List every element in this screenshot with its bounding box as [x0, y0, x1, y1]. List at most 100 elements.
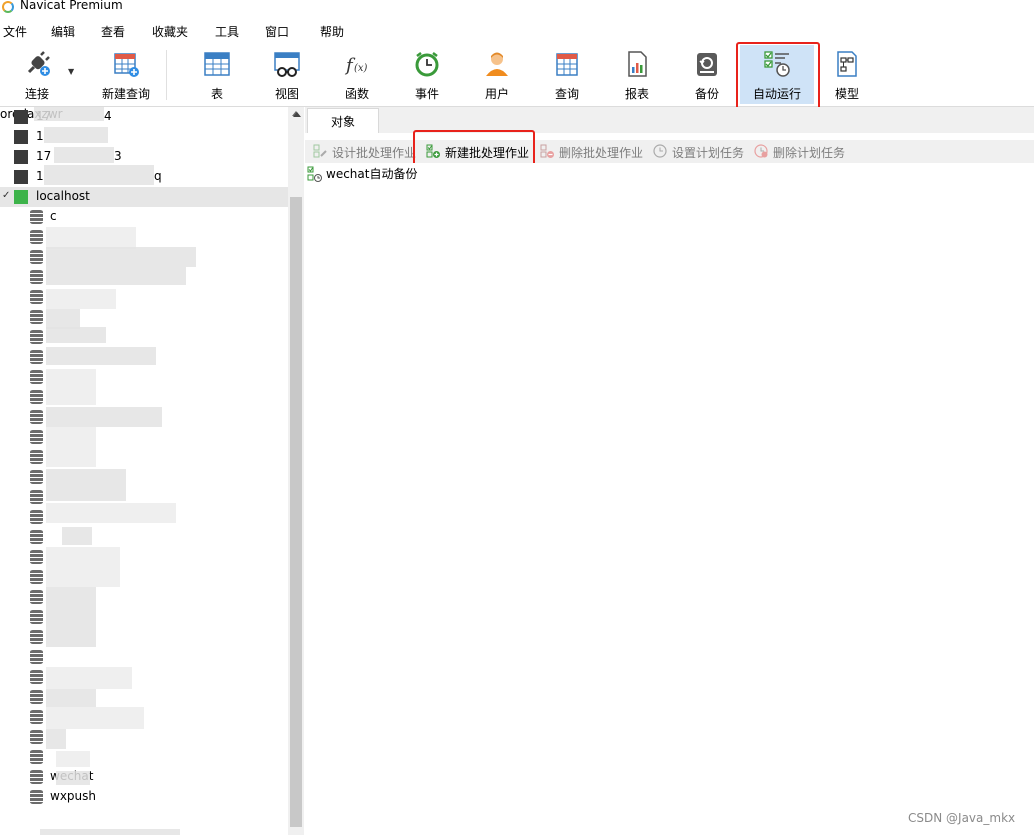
connect-dropdown-icon[interactable]: ▼: [68, 67, 74, 76]
database-item[interactable]: [0, 587, 288, 607]
database-icon: [30, 370, 43, 384]
view-button[interactable]: 视图: [256, 48, 318, 104]
main-toolbar: 连接 ▼ 新建查询 表 视图 f (x) 函数 事件 用户 查询 报表 备份 自…: [0, 42, 1034, 107]
model-label: 模型: [834, 87, 859, 101]
redacted-area: [56, 751, 90, 767]
delete-schedule-icon: [754, 144, 768, 158]
new-query-label: 新建查询: [101, 87, 150, 101]
report-label: 报表: [624, 87, 649, 101]
database-icon: [30, 510, 43, 524]
menu-file[interactable]: 文件: [3, 23, 27, 40]
batch-job-name: wechat自动备份: [326, 167, 418, 181]
database-label: c: [50, 209, 57, 223]
database-item[interactable]: [0, 447, 288, 467]
redacted-area: [46, 247, 196, 267]
database-item[interactable]: [0, 647, 288, 667]
report-button[interactable]: 报表: [606, 48, 668, 104]
menu-window[interactable]: 窗口: [265, 23, 289, 40]
tab-objects[interactable]: 对象: [307, 108, 379, 133]
function-button[interactable]: f (x) 函数: [326, 48, 388, 104]
redacted-area: [46, 407, 162, 427]
database-icon: [30, 730, 43, 744]
tree-scrollbar[interactable]: [288, 107, 304, 835]
design-batch-job-label: 设计批处理作业: [332, 146, 417, 160]
database-item[interactable]: [0, 367, 288, 387]
redacted-area: [44, 127, 108, 143]
database-item[interactable]: [0, 227, 288, 247]
redacted-area: [34, 107, 104, 121]
database-item[interactable]: [0, 387, 288, 407]
redacted-area: [46, 427, 96, 467]
database-item[interactable]: wxpush: [0, 787, 288, 807]
menu-tools[interactable]: 工具: [215, 23, 239, 40]
event-label: 事件: [414, 87, 439, 101]
database-item[interactable]: [0, 467, 288, 487]
query-label: 查询: [554, 87, 579, 101]
database-item[interactable]: [0, 627, 288, 647]
query-icon: [556, 53, 578, 76]
database-icon: [30, 670, 43, 684]
database-item[interactable]: [0, 607, 288, 627]
redacted-area: [46, 227, 136, 249]
new-job-icon: [426, 144, 440, 158]
database-icon: [30, 390, 43, 404]
redacted-area: [46, 729, 66, 749]
redacted-area: [46, 547, 120, 587]
user-icon: [486, 52, 508, 76]
redacted-area: [56, 771, 90, 785]
database-item[interactable]: [0, 307, 288, 327]
tab-objects-label: 对象: [330, 115, 355, 129]
redacted-area: [46, 347, 156, 365]
event-button[interactable]: 事件: [396, 48, 458, 104]
new-query-button[interactable]: 新建查询: [82, 48, 170, 104]
database-item[interactable]: [0, 747, 288, 767]
database-icon: [30, 750, 43, 764]
table-button[interactable]: 表: [186, 48, 248, 104]
database-item[interactable]: [0, 547, 288, 567]
delete-job-icon: [540, 144, 554, 158]
auto-run-button[interactable]: 自动运行: [740, 45, 814, 104]
backup-icon: [697, 53, 717, 76]
connect-button[interactable]: 连接: [6, 48, 68, 104]
redacted-area: [40, 829, 180, 835]
model-button[interactable]: 模型: [816, 48, 878, 104]
mysql-connection-icon: [14, 110, 28, 124]
mysql-connection-icon: [14, 190, 28, 204]
query-button[interactable]: 查询: [536, 48, 598, 104]
redacted-area: [46, 667, 132, 689]
database-item[interactable]: [0, 667, 288, 687]
view-icon: [274, 52, 300, 77]
user-button[interactable]: 用户: [466, 48, 528, 104]
navicat-logo-icon: [2, 1, 14, 13]
database-item[interactable]: [0, 727, 288, 747]
menu-edit[interactable]: 编辑: [51, 23, 75, 40]
database-item[interactable]: [0, 427, 288, 447]
connection-item-localhost[interactable]: ✓ localhost: [0, 187, 288, 207]
menu-help[interactable]: 帮助: [320, 23, 344, 40]
redacted-area: [46, 309, 80, 329]
connect-label: 连接: [24, 87, 49, 101]
menu-favorites[interactable]: 收藏夹: [152, 23, 188, 40]
database-item[interactable]: [0, 707, 288, 727]
database-item[interactable]: [0, 527, 288, 547]
collapse-arrow-icon[interactable]: [293, 112, 301, 117]
menu-view[interactable]: 查看: [101, 23, 125, 40]
delete-batch-job-label: 删除批处理作业: [559, 146, 644, 160]
mysql-connection-icon: [14, 130, 28, 144]
database-icon: [30, 330, 43, 344]
database-item[interactable]: [0, 287, 288, 307]
database-item[interactable]: [0, 327, 288, 347]
database-item[interactable]: c: [0, 207, 288, 227]
function-label: 函数: [344, 87, 369, 101]
connection-item[interactable]: 17 3: [0, 147, 288, 167]
title-bar: Navicat Premium: [0, 0, 1034, 16]
table-label: 表: [210, 87, 223, 101]
new-query-icon: [114, 53, 139, 77]
scrollbar-thumb[interactable]: [290, 197, 302, 827]
database-item[interactable]: [0, 567, 288, 587]
database-item[interactable]: [0, 687, 288, 707]
backup-button[interactable]: 备份: [676, 48, 738, 104]
chevron-down-icon[interactable]: ✓: [2, 190, 10, 201]
auto-run-label: 自动运行: [752, 87, 801, 101]
database-item[interactable]: wechat: [0, 767, 288, 787]
